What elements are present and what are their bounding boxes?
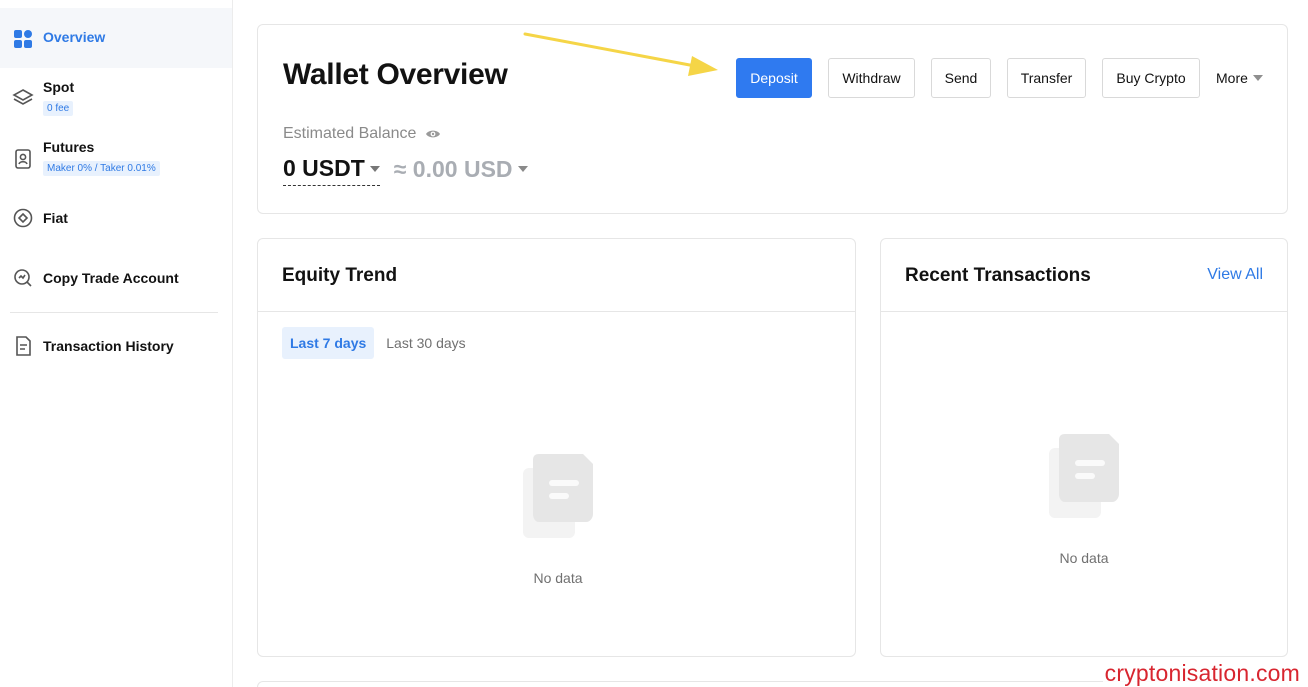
empty-document-icon [523, 454, 593, 538]
copy-trade-icon [12, 267, 34, 289]
sidebar-item-label: Fiat [43, 210, 68, 226]
sidebar-item-label: Copy Trade Account [43, 270, 179, 286]
chevron-down-icon [1252, 75, 1263, 81]
sidebar-item-spot[interactable]: Spot 0 fee [0, 78, 232, 128]
balance-currency-select[interactable]: 0 USDT [283, 155, 380, 186]
chevron-down-icon [369, 165, 380, 172]
equity-trend-title: Equity Trend [282, 265, 398, 286]
estimated-balance-text: Estimated Balance [283, 125, 417, 142]
transfer-button[interactable]: Transfer [1007, 58, 1086, 98]
sidebar-item-copy-trade[interactable]: Copy Trade Account [0, 267, 232, 291]
sidebar-item-label: Transaction History [43, 338, 174, 354]
grid-icon [12, 28, 34, 50]
balance-approx: ≈ 0.00 USD [393, 155, 513, 182]
action-buttons: Deposit Withdraw Send Transfer Buy Crypt… [736, 58, 1263, 98]
layers-icon [12, 87, 34, 109]
recent-empty-state: No data [1047, 432, 1121, 566]
equity-trend-header: Equity Trend [258, 239, 855, 312]
chevron-down-icon [517, 166, 528, 172]
sidebar-item-fiat[interactable]: Fiat [0, 207, 232, 231]
sidebar-item-label: Overview [43, 29, 106, 45]
empty-document-icon [1049, 434, 1119, 518]
document-icon [12, 335, 34, 357]
sidebar-item-label: Futures [43, 139, 95, 155]
recent-transactions-header: Recent Transactions View All [881, 239, 1287, 312]
balance-amount: 0 USDT [283, 155, 365, 181]
page-title: Wallet Overview [283, 58, 508, 91]
withdraw-button[interactable]: Withdraw [828, 58, 915, 98]
tab-last-30-days[interactable]: Last 30 days [378, 327, 473, 359]
estimated-balance-label: Estimated Balance [283, 125, 441, 143]
sidebar-item-transaction-history[interactable]: Transaction History [0, 335, 232, 359]
watermark: cryptonisation.com [1102, 660, 1302, 687]
contract-icon [12, 148, 34, 170]
tab-last-7-days[interactable]: Last 7 days [282, 327, 375, 359]
sidebar-item-futures[interactable]: Futures Maker 0% / Taker 0.01% [0, 138, 232, 188]
sidebar: Overview Spot 0 fee Futures Maker 0% / T… [0, 0, 233, 687]
wallet-overview-card: Wallet Overview Deposit Withdraw Send Tr… [257, 24, 1288, 214]
more-label: More [1216, 70, 1248, 86]
recent-transactions-card: Recent Transactions View All No data [880, 238, 1288, 657]
period-tabs: Last 7 days Last 30 days [282, 327, 478, 359]
more-dropdown[interactable]: More [1216, 70, 1263, 86]
annotation-arrow-icon [523, 32, 718, 76]
equity-empty-state: No data [521, 452, 595, 586]
deposit-button[interactable]: Deposit [736, 58, 812, 98]
recent-transactions-title: Recent Transactions [905, 265, 1091, 286]
sidebar-item-label: Spot [43, 79, 75, 95]
sidebar-item-overview[interactable]: Overview [0, 8, 232, 68]
fiat-icon [12, 207, 34, 229]
equity-trend-card: Equity Trend Last 7 days Last 30 days No… [257, 238, 856, 657]
view-all-link[interactable]: View All [1207, 266, 1263, 284]
recent-empty-text: No data [1059, 550, 1109, 566]
eye-icon[interactable] [425, 128, 441, 140]
fiat-currency-select[interactable]: ≈ 0.00 USD [394, 156, 528, 186]
fee-badge: Maker 0% / Taker 0.01% [43, 161, 160, 176]
send-button[interactable]: Send [931, 58, 991, 98]
sidebar-divider [10, 312, 218, 313]
balance-row: 0 USDT ≈ 0.00 USD [283, 155, 528, 186]
fee-badge: 0 fee [43, 101, 74, 116]
buy-crypto-button[interactable]: Buy Crypto [1102, 58, 1200, 98]
equity-empty-text: No data [533, 570, 583, 586]
